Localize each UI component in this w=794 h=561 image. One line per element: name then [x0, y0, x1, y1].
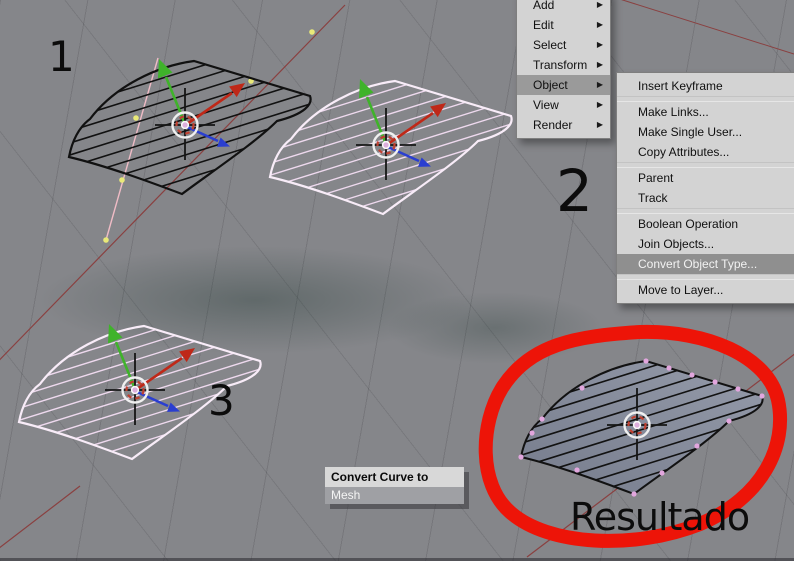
convert-popup-title: Convert Curve to: [325, 467, 464, 487]
menu-item-transform[interactable]: Transform ▶: [517, 55, 610, 75]
object-submenu: Insert Keyframe Make Links... Make Singl…: [616, 72, 794, 304]
menu-item-add[interactable]: Add ▶: [517, 0, 610, 15]
submenu-arrow-icon: ▶: [596, 0, 603, 9]
step-label-3: 3: [208, 376, 235, 425]
submenu-arrow-icon: ▶: [596, 60, 603, 69]
submenu-arrow-icon: ▶: [596, 40, 603, 49]
menu-item-label: Edit: [533, 18, 554, 32]
step-label-1: 1: [48, 32, 75, 81]
menu-item-label: Object: [533, 78, 568, 92]
submenu-item-copy-attributes[interactable]: Copy Attributes...: [617, 142, 794, 162]
submenu-item-track[interactable]: Track: [617, 188, 794, 208]
submenu-arrow-icon: ▶: [596, 100, 603, 109]
viewport-context-menu: Add ▶ Edit ▶ Select ▶ Transform ▶ Object…: [516, 0, 611, 139]
menu-item-render[interactable]: Render ▶: [517, 115, 610, 135]
curve-control-point[interactable]: [103, 237, 109, 243]
mesh-object-1-curve[interactable]: [57, 28, 323, 219]
submenu-item-make-links[interactable]: Make Links...: [617, 102, 794, 122]
curve-control-point[interactable]: [309, 29, 315, 35]
curve-control-point[interactable]: [119, 177, 125, 183]
mesh-object-2-curve[interactable]: [258, 48, 524, 239]
menu-item-label: View: [533, 98, 559, 112]
submenu-arrow-icon: ▶: [596, 20, 603, 29]
menu-item-view[interactable]: View ▶: [517, 95, 610, 115]
blender-3d-viewport[interactable]: 1 2 3 Resultado Add ▶ Edit ▶ Select ▶ Tr…: [0, 0, 794, 561]
submenu-item-make-single-user[interactable]: Make Single User...: [617, 122, 794, 142]
menu-item-label: Add: [533, 0, 555, 12]
convert-curve-popup: Convert Curve to Mesh: [325, 467, 464, 504]
submenu-item-parent[interactable]: Parent: [617, 168, 794, 188]
submenu-item-convert-object-type[interactable]: Convert Object Type...: [617, 254, 794, 274]
submenu-item-move-to-layer[interactable]: Move to Layer...: [617, 280, 794, 300]
menu-item-edit[interactable]: Edit ▶: [517, 15, 610, 35]
submenu-item-boolean-operation[interactable]: Boolean Operation: [617, 214, 794, 234]
submenu-arrow-icon: ▶: [596, 120, 603, 129]
convert-option-mesh[interactable]: Mesh: [325, 487, 464, 504]
curve-control-point[interactable]: [133, 115, 139, 121]
menu-item-label: Transform: [533, 58, 588, 72]
submenu-arrow-icon: ▶: [596, 80, 603, 89]
step-label-2: 2: [556, 157, 593, 225]
menu-item-select[interactable]: Select ▶: [517, 35, 610, 55]
menu-item-label: Render: [533, 118, 573, 132]
submenu-item-join-objects[interactable]: Join Objects...: [617, 234, 794, 254]
result-label: Resultado: [570, 495, 750, 539]
submenu-item-insert-keyframe[interactable]: Insert Keyframe: [617, 76, 794, 96]
menu-item-label: Select: [533, 38, 567, 52]
menu-item-object[interactable]: Object ▶: [517, 75, 610, 95]
